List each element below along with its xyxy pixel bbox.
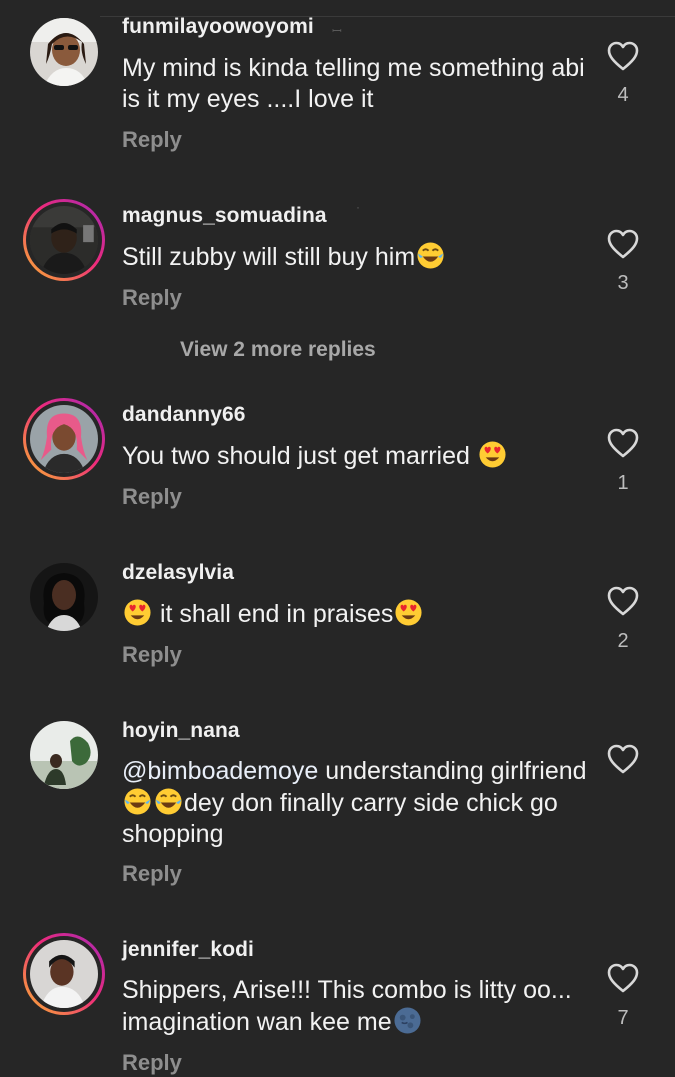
comment-text: My mind is kinda telling me something ab… — [122, 54, 585, 113]
avatar[interactable] — [30, 721, 98, 789]
avatar[interactable] — [23, 199, 105, 281]
avatar[interactable] — [30, 563, 98, 631]
comment-username[interactable]: dzelasylvia — [122, 561, 234, 585]
reply-button[interactable]: Reply — [122, 285, 182, 311]
like-count: 4 — [617, 84, 629, 106]
like-count: 3 — [617, 272, 629, 294]
reply-button[interactable]: Reply — [122, 1050, 182, 1076]
reply-button[interactable]: Reply — [122, 484, 182, 510]
like-heart-icon[interactable] — [607, 428, 639, 458]
avatar[interactable] — [30, 18, 98, 86]
comment-text: @bimboademoye understanding girlfriend d… — [122, 757, 587, 848]
tears-of-joy-emoji — [123, 787, 152, 816]
heart-eyes-emoji — [394, 598, 423, 627]
meta-dot: · — [356, 200, 360, 214]
reply-button[interactable]: Reply — [122, 861, 182, 887]
tears-of-joy-emoji — [154, 787, 183, 816]
mention-link[interactable]: @bimboademoye — [122, 757, 318, 785]
like-heart-icon[interactable] — [607, 229, 639, 259]
like-count: 7 — [617, 1007, 629, 1029]
like-heart-icon[interactable] — [607, 963, 639, 993]
comment-text: You two should just get married — [122, 440, 592, 472]
comment-text: it shall end in praises — [122, 598, 592, 630]
reply-button[interactable]: Reply — [122, 642, 182, 668]
comment-text: Shippers, Arise!!! This combo is litty o… — [122, 976, 572, 1036]
reply-button[interactable]: Reply — [122, 127, 182, 153]
like-heart-icon[interactable] — [607, 41, 639, 71]
like-heart-icon[interactable] — [607, 744, 639, 774]
like-count: 2 — [617, 630, 629, 652]
like-count: 1 — [617, 472, 629, 494]
comment-username[interactable]: funmilayoowoyomi — [122, 15, 314, 39]
comment-username[interactable]: magnus_somuadina — [122, 204, 327, 228]
heart-eyes-emoji — [123, 598, 152, 627]
comment-username[interactable]: jennifer_kodi — [122, 938, 254, 962]
comment-text: Still zubby will still buy him — [122, 241, 592, 273]
comment-username[interactable]: dandanny66 — [122, 403, 246, 427]
like-heart-icon[interactable] — [607, 586, 639, 616]
avatar[interactable] — [23, 398, 105, 480]
view-more-replies-button[interactable]: View 2 more replies — [180, 338, 376, 362]
avatar[interactable] — [23, 933, 105, 1015]
tears-of-joy-emoji — [416, 241, 445, 270]
new-moon-face-emoji — [393, 1006, 422, 1035]
heart-eyes-emoji — [478, 440, 507, 469]
comment-username[interactable]: hoyin_nana — [122, 719, 240, 743]
verified-mark-icon: ꟷ — [332, 24, 342, 38]
